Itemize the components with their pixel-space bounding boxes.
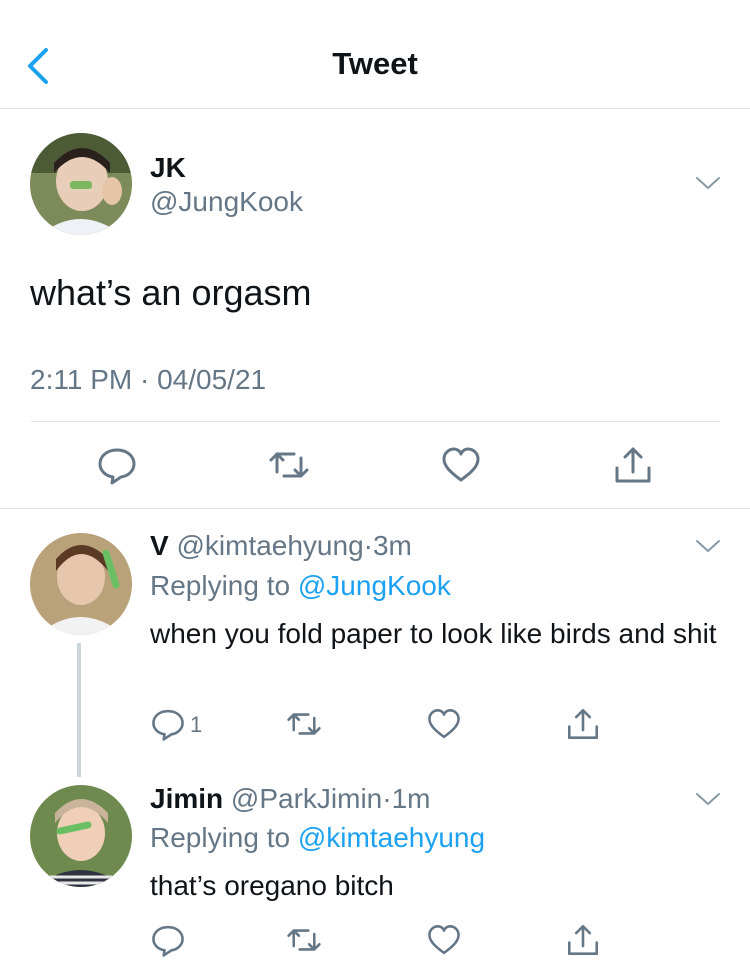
avatar-image [30, 785, 132, 887]
tweet-timestamp: 2:11 PM · 04/05/21 [30, 364, 266, 396]
reply-header: Jimin @ParkJimin·1m [150, 783, 431, 815]
replying-to: Replying to @JungKook [150, 570, 451, 602]
reply-icon [152, 709, 184, 741]
replying-to: Replying to @kimtaehyung [150, 822, 485, 854]
reply-options-button[interactable] [695, 538, 721, 559]
like-icon [428, 709, 460, 739]
reply-header: V @kimtaehyung·3m [150, 530, 412, 562]
avatar-v[interactable] [30, 533, 132, 635]
replying-to-label: Replying to [150, 822, 291, 853]
replying-to-label: Replying to [150, 570, 291, 601]
avatar-image [30, 533, 132, 635]
reply-text: when you fold paper to look like birds a… [150, 618, 717, 649]
retweet-button[interactable] [286, 922, 322, 963]
retweet-button[interactable] [286, 706, 322, 747]
thread-line [77, 643, 81, 777]
tweet-text: what’s an orgasm [30, 272, 312, 313]
chevron-down-icon [696, 793, 720, 805]
retweet-button[interactable] [268, 444, 310, 491]
reply-count: 1 [190, 712, 203, 737]
reply-button[interactable] [96, 444, 138, 491]
like-icon [428, 925, 460, 955]
like-button[interactable] [426, 922, 462, 963]
tweet-date: 04/05/21 [157, 364, 267, 395]
replying-to-link[interactable]: @JungKook [298, 570, 451, 601]
meta-separator: · [139, 364, 150, 395]
chevron-down-icon [696, 177, 720, 189]
tweet-time: 2:11 PM [30, 364, 133, 395]
page-title: Tweet [332, 46, 418, 81]
reply-time: 3m [372, 530, 412, 561]
avatar-jimin[interactable] [30, 785, 132, 887]
reply-author-name[interactable]: Jimin [150, 783, 223, 814]
retweet-icon [287, 713, 321, 735]
retweet-icon [269, 452, 309, 478]
share-button[interactable] [565, 922, 601, 963]
reply-time: 1m [391, 783, 431, 814]
avatar-image [30, 133, 132, 235]
reply-icon [98, 448, 136, 485]
share-icon [615, 447, 651, 483]
reply-text: that’s oregano bitch [150, 870, 394, 901]
reply-icon [152, 925, 184, 957]
reply-author-handle[interactable]: @kimtaehyung [176, 530, 363, 561]
reply-button[interactable] [150, 922, 186, 963]
like-button[interactable] [440, 444, 482, 491]
share-icon [568, 709, 598, 739]
author-handle[interactable]: @JungKook [150, 186, 303, 218]
tweet-options-button[interactable] [695, 175, 721, 196]
like-icon [442, 447, 480, 482]
reply-author-handle[interactable]: @ParkJimin [231, 783, 382, 814]
avatar-jk[interactable] [30, 133, 132, 235]
reply-options-button[interactable] [695, 791, 721, 812]
divider [30, 421, 720, 422]
share-icon [568, 925, 598, 955]
replying-to-link[interactable]: @kimtaehyung [298, 822, 485, 853]
author-name[interactable]: JK [150, 152, 186, 184]
meta-separator: · [363, 530, 373, 561]
share-button[interactable] [612, 444, 654, 491]
retweet-icon [287, 929, 321, 951]
divider [0, 508, 750, 509]
chevron-down-icon [696, 540, 720, 552]
like-button[interactable] [426, 706, 462, 747]
meta-separator: · [382, 783, 392, 814]
share-button[interactable] [565, 706, 601, 747]
reply-button[interactable]: 1 [150, 706, 210, 746]
reply-author-name[interactable]: V [150, 530, 169, 561]
